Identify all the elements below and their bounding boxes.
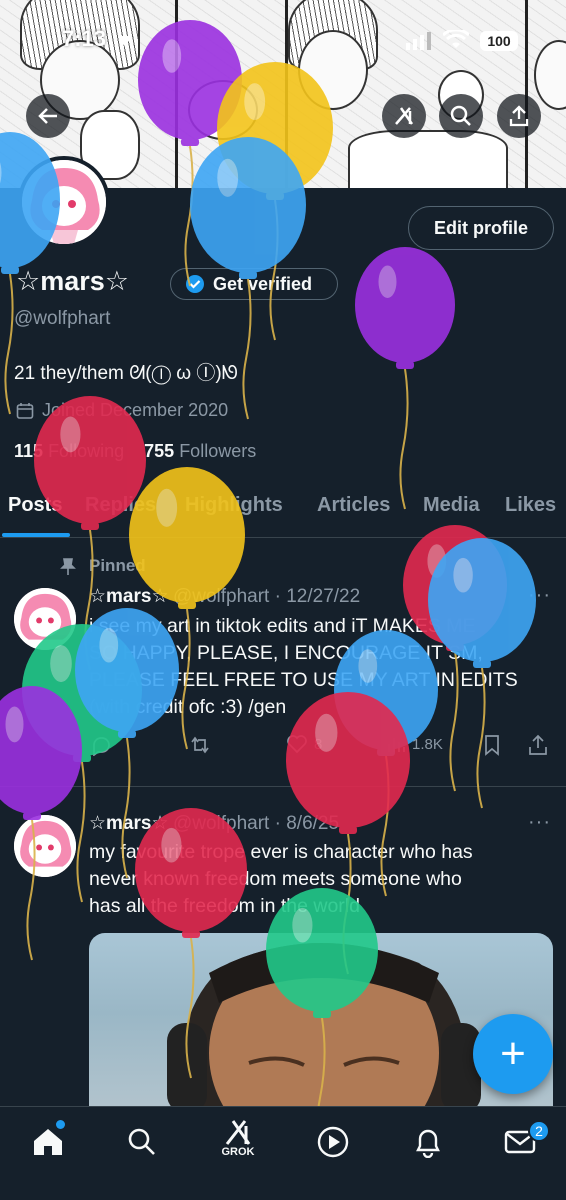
tweet-line: (with credit ofc :3) /gen bbox=[89, 696, 287, 718]
like-button[interactable]: 8 bbox=[286, 734, 322, 754]
following-link[interactable]: 115 Following bbox=[14, 441, 124, 461]
play-icon bbox=[317, 1126, 349, 1158]
profile-avatar[interactable] bbox=[18, 156, 110, 248]
followers-label: Followers bbox=[179, 441, 257, 461]
tab-replies[interactable]: Replies bbox=[85, 494, 156, 517]
edit-profile-button[interactable]: Edit profile bbox=[408, 206, 554, 250]
tweet-avatar[interactable] bbox=[14, 588, 76, 650]
views-button[interactable]: 1.8K bbox=[386, 734, 443, 754]
tab-likes[interactable]: Likes bbox=[505, 494, 556, 517]
search-icon bbox=[450, 105, 471, 126]
messages-badge: 2 bbox=[528, 1120, 550, 1142]
avatar-art bbox=[14, 588, 76, 650]
tweet-line: has all the freedom in the world bbox=[89, 895, 360, 917]
tweet-handle-date[interactable]: @wolfphart · 12/27/22 bbox=[173, 586, 360, 607]
tab-posts[interactable]: Posts bbox=[8, 494, 62, 517]
tweet-line: SO HAPPY, PLEASE, I ENCOURAGE IT SM, bbox=[89, 642, 483, 664]
following-label: Following bbox=[48, 441, 125, 461]
followers-count: 755 bbox=[144, 441, 175, 461]
tweet-author-name[interactable]: ☆mars☆ bbox=[89, 586, 169, 607]
verified-badge-icon bbox=[186, 275, 204, 293]
search-button[interactable] bbox=[439, 94, 483, 138]
tweet-divider bbox=[0, 786, 566, 787]
calendar-icon bbox=[16, 402, 34, 419]
profile-handle: @wolfphart bbox=[14, 308, 111, 329]
pinned-label: Pinned bbox=[89, 556, 146, 575]
share-button[interactable] bbox=[497, 94, 541, 138]
nav-notifications[interactable] bbox=[408, 1122, 448, 1162]
heart-outline-icon bbox=[287, 735, 307, 754]
joined-text: Joined December 2020 bbox=[42, 400, 229, 420]
grok-button[interactable] bbox=[382, 94, 426, 138]
joined-date: Joined December 2020 bbox=[16, 400, 228, 421]
view-count: 1.8K bbox=[412, 735, 443, 753]
home-notification-dot bbox=[56, 1120, 65, 1129]
share-icon bbox=[529, 734, 547, 755]
profile-bio: 21 they/them ᘛ(Ⓘ ω Ⓘ)ᘚ bbox=[14, 363, 238, 384]
followers-link[interactable]: 755 Followers bbox=[144, 441, 256, 461]
tweet-text: i see my art in tiktok edits and iT MAKE… bbox=[89, 613, 539, 721]
repost-button[interactable] bbox=[188, 734, 212, 756]
tweet-text: my favourite trope ever is character who… bbox=[89, 839, 539, 920]
following-count: 115 bbox=[14, 441, 44, 461]
follow-stats: 115 Following 755 Followers bbox=[14, 441, 256, 462]
avatar-art bbox=[22, 160, 106, 244]
tab-highlights[interactable]: Highlights bbox=[185, 494, 283, 517]
tweet-line: PLEASE FEEL FREE TO USE MY ART IN EDITS bbox=[89, 669, 518, 691]
tab-articles[interactable]: Articles bbox=[317, 494, 390, 517]
more-options-icon[interactable]: ··· bbox=[528, 811, 551, 834]
wifi-icon bbox=[441, 28, 471, 55]
search-icon bbox=[128, 1128, 155, 1155]
tweet-line: i see my art in tiktok edits and iT MAKE… bbox=[89, 615, 476, 637]
tweet-line: my favourite trope ever is character who… bbox=[89, 841, 473, 863]
share-tweet-button[interactable] bbox=[528, 734, 548, 756]
more-options-icon[interactable]: ··· bbox=[528, 584, 551, 607]
repost-icon bbox=[191, 736, 209, 754]
tab-media[interactable]: Media bbox=[423, 494, 480, 517]
bell-icon bbox=[416, 1129, 440, 1158]
tweet-author-name[interactable]: ☆mars☆ bbox=[89, 813, 169, 834]
back-button[interactable] bbox=[26, 94, 70, 138]
bottom-navigation bbox=[0, 1106, 566, 1200]
manga-panel-4 bbox=[528, 0, 566, 188]
reply-button[interactable] bbox=[90, 734, 112, 756]
reply-icon bbox=[93, 737, 110, 756]
bookmark-button[interactable] bbox=[483, 734, 501, 756]
get-verified-button[interactable]: Get verified bbox=[170, 268, 338, 300]
nav-grok[interactable]: GROK bbox=[218, 1118, 258, 1158]
tweet-header: ☆mars☆ @wolfphart · 8/6/25 bbox=[89, 812, 339, 835]
tweet-handle-date[interactable]: @wolfphart · 8/6/25 bbox=[173, 813, 339, 834]
grok-label: GROK bbox=[221, 1146, 255, 1158]
compose-button[interactable]: + bbox=[473, 1014, 553, 1094]
grok-icon bbox=[395, 107, 414, 125]
back-arrow-icon bbox=[38, 108, 57, 124]
display-name: ☆mars☆ bbox=[16, 266, 129, 296]
heart-icon: ♥ bbox=[119, 30, 131, 52]
bookmark-icon bbox=[485, 735, 499, 756]
balloon bbox=[355, 247, 455, 510]
manga-panel-2 bbox=[178, 0, 288, 188]
nav-search[interactable] bbox=[122, 1122, 162, 1162]
nav-video[interactable] bbox=[313, 1122, 353, 1162]
get-verified-label: Get verified bbox=[213, 273, 313, 294]
signal-icon bbox=[406, 32, 432, 55]
battery-icon: 100 bbox=[480, 31, 518, 51]
tweet-header: ☆mars☆ @wolfphart · 12/27/22 bbox=[89, 585, 360, 608]
tweet-avatar[interactable] bbox=[14, 815, 76, 877]
share-icon bbox=[509, 105, 529, 127]
status-time: 7:13 bbox=[62, 26, 107, 51]
like-count: 8 bbox=[314, 735, 323, 753]
grok-icon bbox=[225, 1120, 251, 1145]
home-icon bbox=[34, 1129, 62, 1155]
pin-icon bbox=[60, 558, 76, 581]
views-icon bbox=[388, 738, 405, 752]
avatar-art bbox=[14, 815, 76, 877]
tweet-line: never known freedom meets someone who bbox=[89, 868, 462, 890]
tabs-divider bbox=[0, 537, 566, 538]
